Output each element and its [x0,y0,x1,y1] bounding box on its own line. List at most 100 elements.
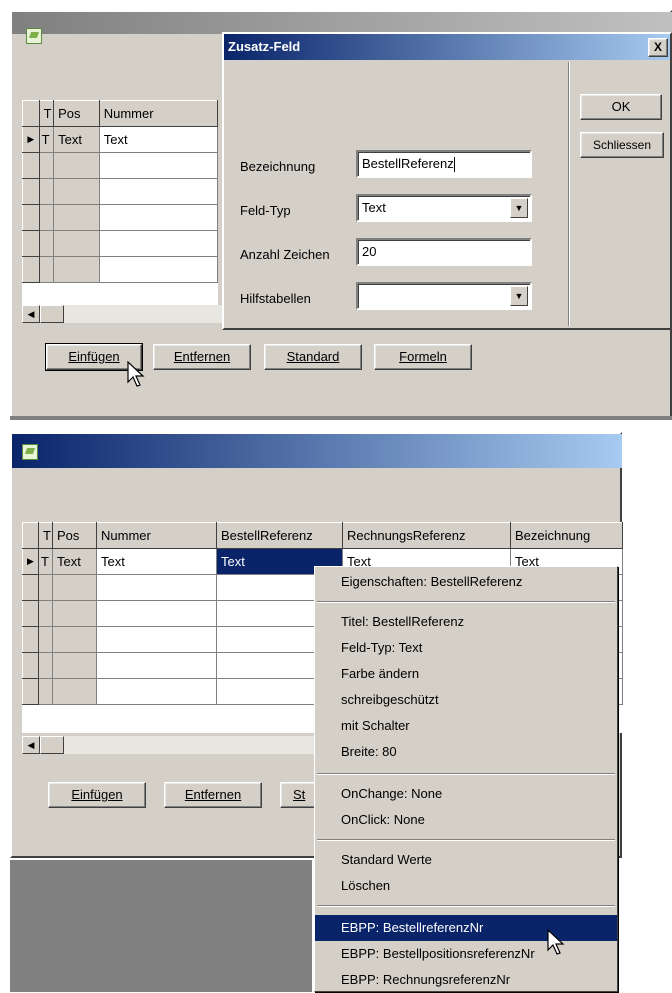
cell-pos[interactable] [53,256,100,283]
cell-pos[interactable] [52,652,97,679]
close-icon[interactable]: X [648,38,668,57]
cell-pos[interactable] [53,230,100,257]
row-header[interactable] [22,574,39,601]
cell-t[interactable] [38,600,53,627]
table-row[interactable] [22,152,219,179]
formeln-button[interactable]: Formeln [374,344,472,370]
table-row[interactable] [22,256,219,283]
column-header-t[interactable]: T [38,522,53,549]
menu-item-titel[interactable]: Titel: BestellReferenz [315,609,617,635]
cell-pos[interactable] [52,600,97,627]
table-row[interactable]: ▶ T Text Text [22,126,219,153]
menu-item-schreibgeschuetzt[interactable]: schreibgeschützt [315,687,617,713]
cell-nummer[interactable]: Text [96,548,217,575]
cell-nummer[interactable]: Text [98,126,219,153]
standard-button[interactable]: Standard [264,344,362,370]
column-header-pos[interactable]: Pos [53,100,100,127]
row-header[interactable] [22,652,39,679]
einfuegen-button[interactable]: Einfügen [48,782,146,808]
column-header-bestellreferenz[interactable]: BestellReferenz [216,522,343,549]
column-header-nummer[interactable]: Nummer [98,100,219,127]
table-row[interactable] [22,230,219,257]
column-header-bezeichnung[interactable]: Bezeichnung [510,522,623,549]
row-pointer-icon[interactable]: ▶ [22,548,39,575]
column-header-pos[interactable]: Pos [52,522,97,549]
cell-t[interactable] [38,652,53,679]
row-pointer-icon[interactable]: ▶ [22,126,40,153]
cell-t[interactable] [38,230,55,257]
cell-pos[interactable]: Text [52,548,97,575]
scroll-thumb[interactable] [40,305,64,323]
schliessen-button[interactable]: Schliessen [580,132,664,158]
cell-nummer[interactable] [96,574,217,601]
entfernen-button[interactable]: Entfernen [153,344,251,370]
cell-pos[interactable] [53,204,100,231]
row-header[interactable] [22,204,40,231]
cell-t[interactable] [38,626,53,653]
cell-nummer[interactable] [96,652,217,679]
row-header[interactable] [22,678,39,705]
menu-item-mit-schalter[interactable]: mit Schalter [315,713,617,739]
table-row[interactable] [22,178,219,205]
column-header-rechnungsreferenz[interactable]: RechnungsReferenz [342,522,511,549]
cell-pos[interactable] [53,152,100,179]
scroll-thumb[interactable] [40,736,64,754]
entfernen-button[interactable]: Entfernen [164,782,262,808]
chevron-down-icon[interactable]: ▼ [510,286,528,306]
top-horizontal-scrollbar[interactable]: ◀ [22,305,222,323]
cell-pos[interactable] [52,626,97,653]
cell-t[interactable] [38,574,53,601]
menu-item-feld-typ[interactable]: Feld-Typ: Text [315,635,617,661]
cell-pos[interactable]: Text [53,126,100,153]
menu-item-standard-werte[interactable]: Standard Werte [315,847,617,873]
dialog-divider [568,62,570,326]
cell-t[interactable] [38,204,55,231]
cell-nummer[interactable] [98,152,219,179]
ok-button[interactable]: OK [580,94,662,120]
menu-item-onclick[interactable]: OnClick: None [315,807,617,833]
cell-nummer[interactable] [98,178,219,205]
menu-item-loeschen[interactable]: Löschen [315,873,617,899]
grid-header-row: T Pos Nummer BestellReferenz RechnungsRe… [22,522,623,549]
cell-t[interactable] [38,678,53,705]
scroll-left-icon[interactable]: ◀ [22,736,40,754]
cell-nummer[interactable] [96,678,217,705]
row-header[interactable] [22,600,39,627]
cell-nummer[interactable] [96,626,217,653]
row-header[interactable] [22,152,40,179]
row-header[interactable] [22,256,40,283]
cell-nummer[interactable] [98,204,219,231]
cell-t[interactable]: T [38,548,53,575]
anzahl-zeichen-input[interactable]: 20 [356,238,532,266]
menu-item-onchange[interactable]: OnChange: None [315,781,617,807]
hilfstabellen-select[interactable]: ▼ [356,282,532,310]
menu-item-eigenschaften[interactable]: Eigenschaften: BestellReferenz [315,569,617,595]
bottom-horizontal-scrollbar[interactable]: ◀ [22,736,322,754]
menu-item-ebpp-rechnungsreferenznr[interactable]: EBPP: RechnungsreferenzNr [315,967,617,993]
row-header[interactable] [22,626,39,653]
cell-nummer[interactable] [98,256,219,283]
cell-t[interactable]: T [38,126,55,153]
cell-pos[interactable] [52,574,97,601]
menu-item-ebpp-bestellpositionsreferenznr[interactable]: EBPP: BestellpositionsreferenzNr [315,941,617,967]
column-header-t[interactable]: T [38,100,55,127]
cell-pos[interactable] [53,178,100,205]
table-row[interactable] [22,204,219,231]
menu-item-ebpp-bestellreferenznr[interactable]: EBPP: BestellreferenzNr [315,915,617,941]
cell-t[interactable] [38,256,55,283]
cell-nummer[interactable] [98,230,219,257]
cell-t[interactable] [38,178,55,205]
column-header-nummer[interactable]: Nummer [96,522,217,549]
scroll-left-icon[interactable]: ◀ [22,305,40,323]
einfuegen-label: Einfügen [68,349,120,364]
menu-item-breite[interactable]: Breite: 80 [315,739,617,765]
row-header[interactable] [22,230,40,257]
cell-t[interactable] [38,152,55,179]
menu-item-farbe-aendern[interactable]: Farbe ändern [315,661,617,687]
cell-nummer[interactable] [96,600,217,627]
row-header[interactable] [22,178,40,205]
feld-typ-select[interactable]: Text ▼ [356,194,532,222]
chevron-down-icon[interactable]: ▼ [510,198,528,218]
cell-pos[interactable] [52,678,97,705]
bezeichnung-input[interactable]: BestellReferenz [356,150,532,178]
